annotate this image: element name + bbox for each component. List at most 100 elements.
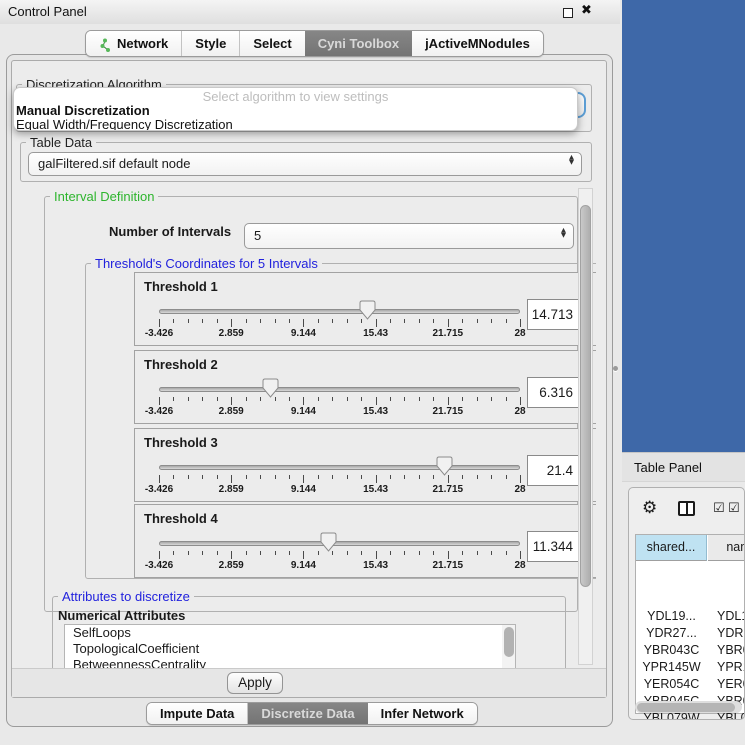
threshold-value-field[interactable]: 14.713 bbox=[527, 299, 579, 330]
slider-tick bbox=[477, 319, 478, 323]
top-tabstrip: Network StyleSelectCyni ToolboxjActiveMNo… bbox=[85, 30, 544, 57]
numerical-attributes-list[interactable]: SelfLoopsTopologicalCoefficientBetweenne… bbox=[64, 624, 516, 668]
float-window-icon[interactable] bbox=[563, 8, 573, 18]
threshold-slider-thumb[interactable] bbox=[320, 532, 337, 552]
slider-tick bbox=[376, 551, 377, 559]
slider-tick bbox=[246, 475, 247, 479]
tab-network[interactable]: Network bbox=[86, 31, 182, 56]
table-row[interactable]: YDL19...YDL1 bbox=[636, 608, 745, 625]
slider-tick bbox=[289, 397, 290, 401]
checkbox-checked-icon[interactable]: ☑ bbox=[728, 501, 740, 516]
tab-style[interactable]: Style bbox=[182, 31, 240, 56]
tab-label: Infer Network bbox=[381, 703, 464, 724]
slider-tick bbox=[462, 319, 463, 323]
slider-tick bbox=[477, 475, 478, 479]
threshold-value-field[interactable]: 11.344 bbox=[527, 531, 579, 562]
table-row[interactable]: YPR145WYPR1 bbox=[636, 659, 745, 676]
slider-tick bbox=[520, 397, 521, 405]
slider-tick bbox=[332, 551, 333, 555]
slider-tick-label: 21.715 bbox=[433, 328, 464, 339]
slider-tick bbox=[159, 551, 160, 559]
tab-select[interactable]: Select bbox=[240, 31, 304, 56]
threshold-slider-thumb[interactable] bbox=[262, 378, 279, 398]
tab-jactivemnodules[interactable]: jActiveMNodules bbox=[412, 31, 543, 56]
slider-tick bbox=[477, 397, 478, 401]
node-table: shared... name YDL19...YDL1YDR27...YDR2Y… bbox=[635, 534, 745, 714]
table-data-combobox[interactable]: galFiltered.sif default node ▲▼ bbox=[28, 152, 582, 176]
threshold-panel: Threshold 4-3.4262.8599.14415.4321.71528… bbox=[134, 504, 596, 578]
tab-infer-network[interactable]: Infer Network bbox=[368, 703, 477, 724]
slider-tick bbox=[404, 475, 405, 479]
slider-tick-label: 28 bbox=[514, 560, 525, 571]
table-row[interactable]: YER054CYER0 bbox=[636, 676, 745, 693]
slider-tick bbox=[202, 475, 203, 479]
slider-tick bbox=[260, 475, 261, 479]
slider-tick bbox=[188, 397, 189, 401]
slider-tick bbox=[188, 319, 189, 323]
slider-tick bbox=[303, 319, 304, 327]
slider-tick bbox=[159, 397, 160, 405]
threshold-value-field[interactable]: 6.316 bbox=[527, 377, 579, 408]
slider-tick-label: 21.715 bbox=[433, 406, 464, 417]
slider-tick bbox=[376, 319, 377, 327]
slider-tick-label: 21.715 bbox=[433, 484, 464, 495]
column-header-name[interactable]: name bbox=[708, 535, 745, 561]
slider-tick bbox=[347, 319, 348, 323]
number-of-intervals-label: Number of Intervals bbox=[109, 224, 231, 239]
slider-tick bbox=[188, 551, 189, 555]
popup-item-manual-discretization[interactable]: Manual Discretization bbox=[14, 104, 577, 118]
tab-cyni-toolbox[interactable]: Cyni Toolbox bbox=[305, 31, 412, 56]
threshold-slider-track[interactable] bbox=[159, 541, 520, 546]
horizontal-scrollbar[interactable] bbox=[635, 701, 742, 713]
threshold-slider-track[interactable] bbox=[159, 309, 520, 314]
slider-tick bbox=[159, 319, 160, 327]
slider-tick bbox=[318, 319, 319, 323]
thresholds-coordinates-group: Threshold 1-3.4262.8599.14415.4321.71528… bbox=[85, 263, 596, 579]
attributes-list-scrollbar[interactable] bbox=[502, 625, 515, 668]
cell-shared-name: YDL19... bbox=[636, 608, 707, 625]
threshold-slider-thumb[interactable] bbox=[359, 300, 376, 320]
tab-label: Network bbox=[117, 31, 168, 56]
tab-impute-data[interactable]: Impute Data bbox=[147, 703, 248, 724]
slider-tick bbox=[246, 551, 247, 555]
threshold-value-field[interactable]: 21.4 bbox=[527, 455, 579, 486]
slider-tick-label: 2.859 bbox=[219, 484, 244, 495]
slider-tick bbox=[202, 319, 203, 323]
list-item[interactable]: SelfLoops bbox=[65, 625, 515, 641]
combobox-spinner-icon: ▲▼ bbox=[561, 228, 566, 238]
gear-icon[interactable]: ⚙ bbox=[642, 498, 657, 518]
control-panel-titlebar: Control Panel ✖ bbox=[0, 0, 620, 24]
slider-tick bbox=[361, 397, 362, 401]
threshold-label: Threshold 3 bbox=[144, 435, 218, 450]
slider-tick bbox=[462, 551, 463, 555]
tab-discretize-data[interactable]: Discretize Data bbox=[248, 703, 367, 724]
slider-tick bbox=[159, 475, 160, 483]
network-icon bbox=[99, 36, 112, 51]
split-columns-icon[interactable] bbox=[678, 501, 695, 516]
slider-tick bbox=[506, 397, 507, 401]
number-of-intervals-combobox[interactable]: 5 ▲▼ bbox=[244, 223, 574, 249]
vertical-scrollbar[interactable] bbox=[578, 188, 593, 665]
splitpane-grip[interactable] bbox=[613, 366, 618, 371]
list-item[interactable]: BetweennessCentrality bbox=[65, 657, 515, 668]
tab-label: Impute Data bbox=[160, 703, 234, 724]
table-row[interactable]: YBR043CYBR0 bbox=[636, 642, 745, 659]
slider-tick bbox=[332, 475, 333, 479]
popup-item-equal-width-frequency[interactable]: Equal Width/Frequency Discretization bbox=[14, 118, 577, 131]
slider-tick bbox=[390, 551, 391, 555]
slider-tick bbox=[332, 397, 333, 401]
list-item[interactable]: TopologicalCoefficient bbox=[65, 641, 515, 657]
slider-tick-label: 28 bbox=[514, 406, 525, 417]
table-row[interactable]: YDR27...YDR2 bbox=[636, 625, 745, 642]
threshold-slider-thumb[interactable] bbox=[436, 456, 453, 476]
column-header-shared-name[interactable]: shared... bbox=[636, 535, 707, 561]
checkbox-checked-icon[interactable]: ☑ bbox=[713, 501, 725, 516]
close-icon[interactable]: ✖ bbox=[581, 3, 592, 18]
threshold-slider-track[interactable] bbox=[159, 387, 520, 392]
apply-button[interactable]: Apply bbox=[227, 672, 283, 694]
app-root: Control Panel ✖ Network StyleSelectCyni T… bbox=[0, 0, 745, 745]
threshold-slider-track[interactable] bbox=[159, 465, 520, 470]
slider-tick bbox=[202, 397, 203, 401]
slider-tick bbox=[448, 551, 449, 559]
table-toolbar: ⚙ ☑ ☑ bbox=[629, 488, 745, 532]
